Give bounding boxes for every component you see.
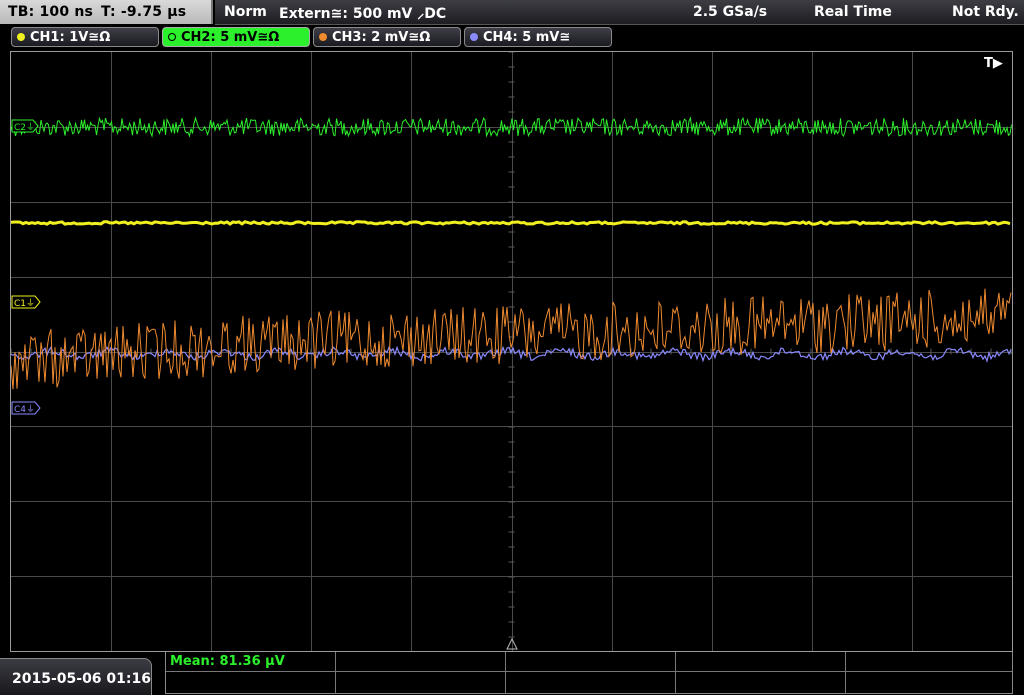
ch2-dot-icon	[168, 33, 176, 41]
c4-marker-label: C4⏚	[14, 404, 35, 415]
measurement-cell	[336, 652, 506, 694]
ch1-trace	[11, 220, 1011, 226]
c1-marker[interactable]: C1⏚	[11, 295, 41, 309]
channel-tab-ch3[interactable]: CH3: 2 mV≅Ω	[313, 27, 461, 47]
ch3-trace	[11, 288, 1012, 390]
trigger-status: Not Rdy.	[952, 4, 1019, 20]
ch2-label: CH2: 5 mV≅Ω	[181, 29, 280, 45]
ch3-dot-icon	[319, 33, 327, 41]
ch3-label: CH3: 2 mV≅Ω	[332, 29, 431, 45]
ch1-label: CH1: 1V≅Ω	[30, 29, 111, 45]
mean-measurement: Mean: 81.36 µV	[170, 654, 285, 669]
measurement-cell	[676, 652, 846, 694]
trigger-time-label: T: -9.75 µs	[101, 4, 187, 20]
datetime-label: 2015-05-06 01:16	[12, 671, 151, 687]
ch4-dot-icon	[470, 33, 478, 41]
c2-marker-label: C2⏚	[14, 122, 35, 133]
c4-marker[interactable]: C4⏚	[11, 401, 41, 415]
timebase-box[interactable]: TB: 100 ns T: -9.75 µs	[0, 0, 213, 24]
datetime-box: 2015-05-06 01:16	[0, 658, 152, 695]
trigger-position-icon[interactable]: T▶	[984, 56, 1003, 71]
ch4-label: CH4: 5 mV≅	[483, 29, 571, 45]
top-status-bar: TB: 100 ns T: -9.75 µs Norm Extern≅: 500…	[0, 0, 1024, 25]
c2-marker[interactable]: C2⏚	[11, 119, 39, 133]
bottom-bar: 2015-05-06 01:16 Mean: 81.36 µV	[0, 652, 1024, 695]
c1-marker-label: C1⏚	[14, 298, 35, 309]
channel-tab-ch2[interactable]: CH2: 5 mV≅Ω	[162, 27, 310, 47]
waveform-display[interactable]: C2⏚ C1⏚ C4⏚ T▶	[10, 51, 1013, 652]
timebase-label: TB: 100 ns	[8, 4, 94, 20]
channel-bar: CH1: 1V≅Ω CH2: 5 mV≅Ω CH3: 2 mV≅Ω CH4: 5…	[0, 25, 1024, 49]
channel-tab-ch1[interactable]: CH1: 1V≅Ω	[11, 27, 159, 47]
measurement-cell	[506, 652, 676, 694]
channel-tab-ch4[interactable]: CH4: 5 mV≅	[464, 27, 612, 47]
measurement-table[interactable]: Mean: 81.36 µV	[165, 652, 1013, 694]
sample-rate: 2.5 GSa/s	[693, 4, 768, 20]
ch1-dot-icon	[17, 33, 25, 41]
trigger-source: Extern≅: 500 mV ⸝DC	[279, 6, 447, 22]
waveform-svg: C2⏚ C1⏚ C4⏚ T▶	[11, 52, 1012, 651]
measurement-divider	[166, 671, 1012, 672]
trigger-info-strip[interactable]: Norm Extern≅: 500 mV ⸝DC 2.5 GSa/s Real …	[215, 0, 1024, 25]
trigger-mode: Norm	[224, 4, 267, 20]
acquisition-mode: Real Time	[814, 4, 892, 20]
